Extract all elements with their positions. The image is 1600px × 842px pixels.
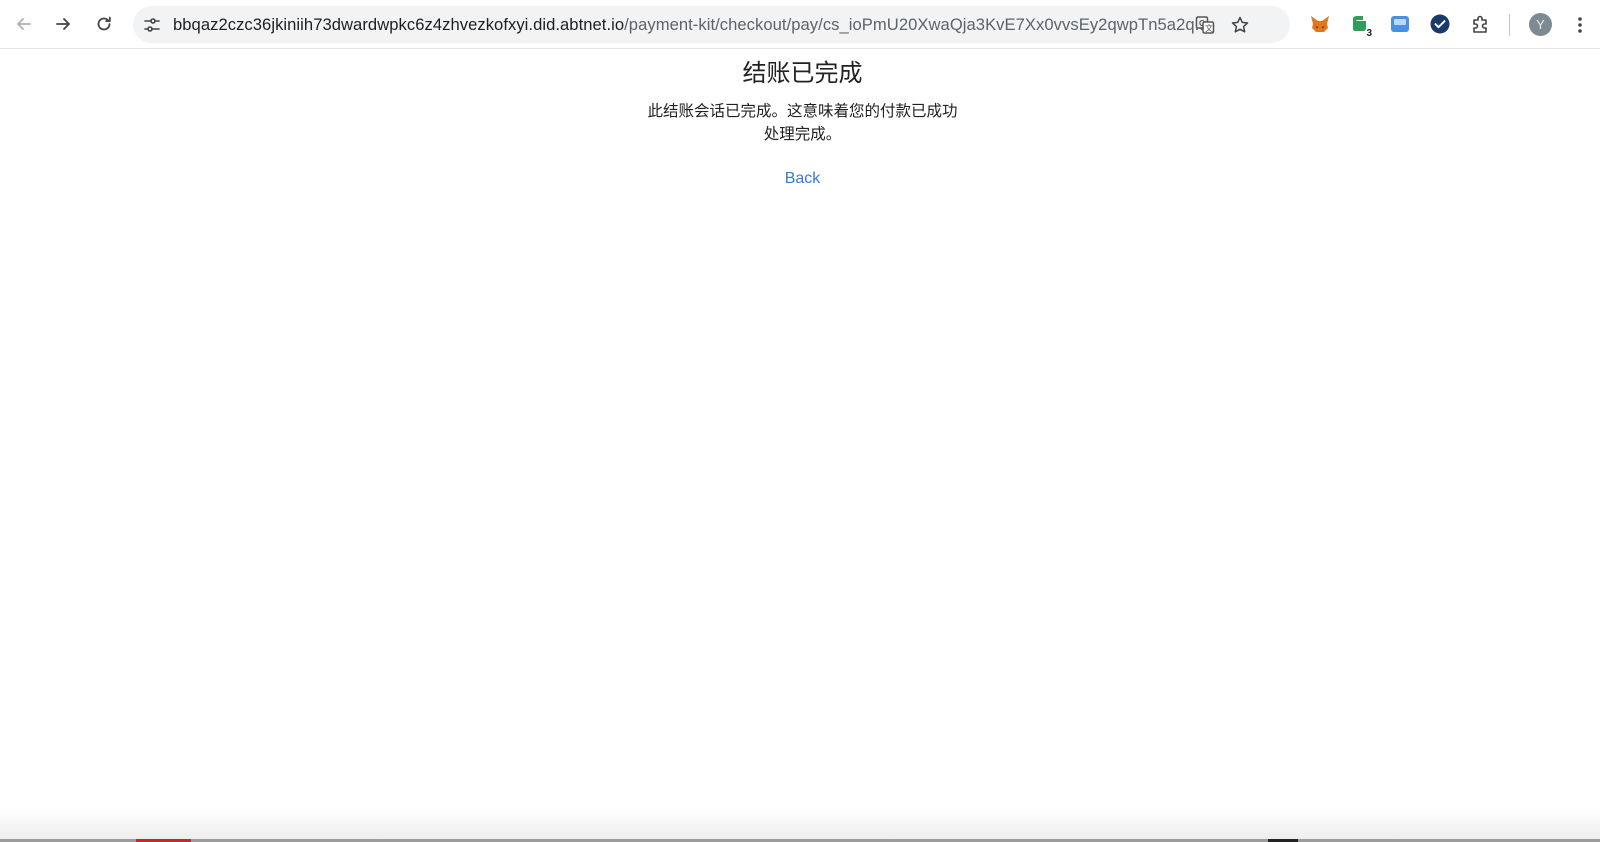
check-circle-icon <box>1430 14 1450 34</box>
card-icon <box>1391 16 1409 32</box>
reload-button[interactable] <box>89 9 119 39</box>
toolbar-divider <box>1509 14 1510 36</box>
translate-button[interactable]: G文 <box>1191 11 1218 38</box>
reload-icon <box>97 16 111 31</box>
url-path: /payment-kit/checkout/pay/cs_ioPmU20XwaQ… <box>624 14 1209 34</box>
url-host: bbqaz2czc36jkiniih73dwardwpkc6z4zhvezkof… <box>173 14 625 34</box>
back-nav-button[interactable] <box>9 9 39 39</box>
site-info-button[interactable] <box>138 11 166 39</box>
fox-icon <box>1311 16 1329 32</box>
card-extension-button[interactable] <box>1386 10 1414 38</box>
check-extension-button[interactable] <box>1426 10 1454 38</box>
page-content: 结账已完成 此结账会话已完成。这意味着您的付款已成功处理完成。 Back <box>0 50 1600 842</box>
bottom-shadow <box>0 808 1600 842</box>
page-description: 此结账会话已完成。这意味着您的付款已成功处理完成。 <box>647 102 958 143</box>
profile-avatar[interactable]: Y <box>1529 13 1552 36</box>
puzzle-icon <box>1473 15 1487 33</box>
green-extension-button[interactable]: 3 <box>1346 10 1374 39</box>
arrow-right-icon <box>56 18 70 30</box>
translate-icon: G文 <box>1195 15 1214 34</box>
back-link[interactable]: Back <box>0 170 1600 188</box>
extensions-menu-button[interactable] <box>1467 10 1495 38</box>
browser-toolbar: bbqaz2czc36jkiniih73dwardwpkc6z4zhvezkof… <box>0 0 1600 49</box>
browser-menu-button[interactable] <box>1570 12 1590 38</box>
fox-extension-button[interactable] <box>1306 10 1334 38</box>
tune-icon <box>144 17 160 32</box>
address-bar[interactable]: bbqaz2czc36jkiniih73dwardwpkc6z4zhvezkof… <box>133 6 1290 43</box>
extension-badge: 3 <box>1364 28 1374 39</box>
more-vertical-icon <box>1578 17 1582 33</box>
star-icon <box>1231 16 1248 33</box>
page-title: 结账已完成 <box>742 59 863 87</box>
forward-nav-button[interactable] <box>48 9 78 39</box>
arrow-left-icon <box>17 18 31 30</box>
url-text[interactable]: bbqaz2czc36jkiniih73dwardwpkc6z4zhvezkof… <box>173 15 1209 35</box>
bookmark-button[interactable] <box>1226 11 1253 38</box>
svg-text:文: 文 <box>1205 23 1213 33</box>
